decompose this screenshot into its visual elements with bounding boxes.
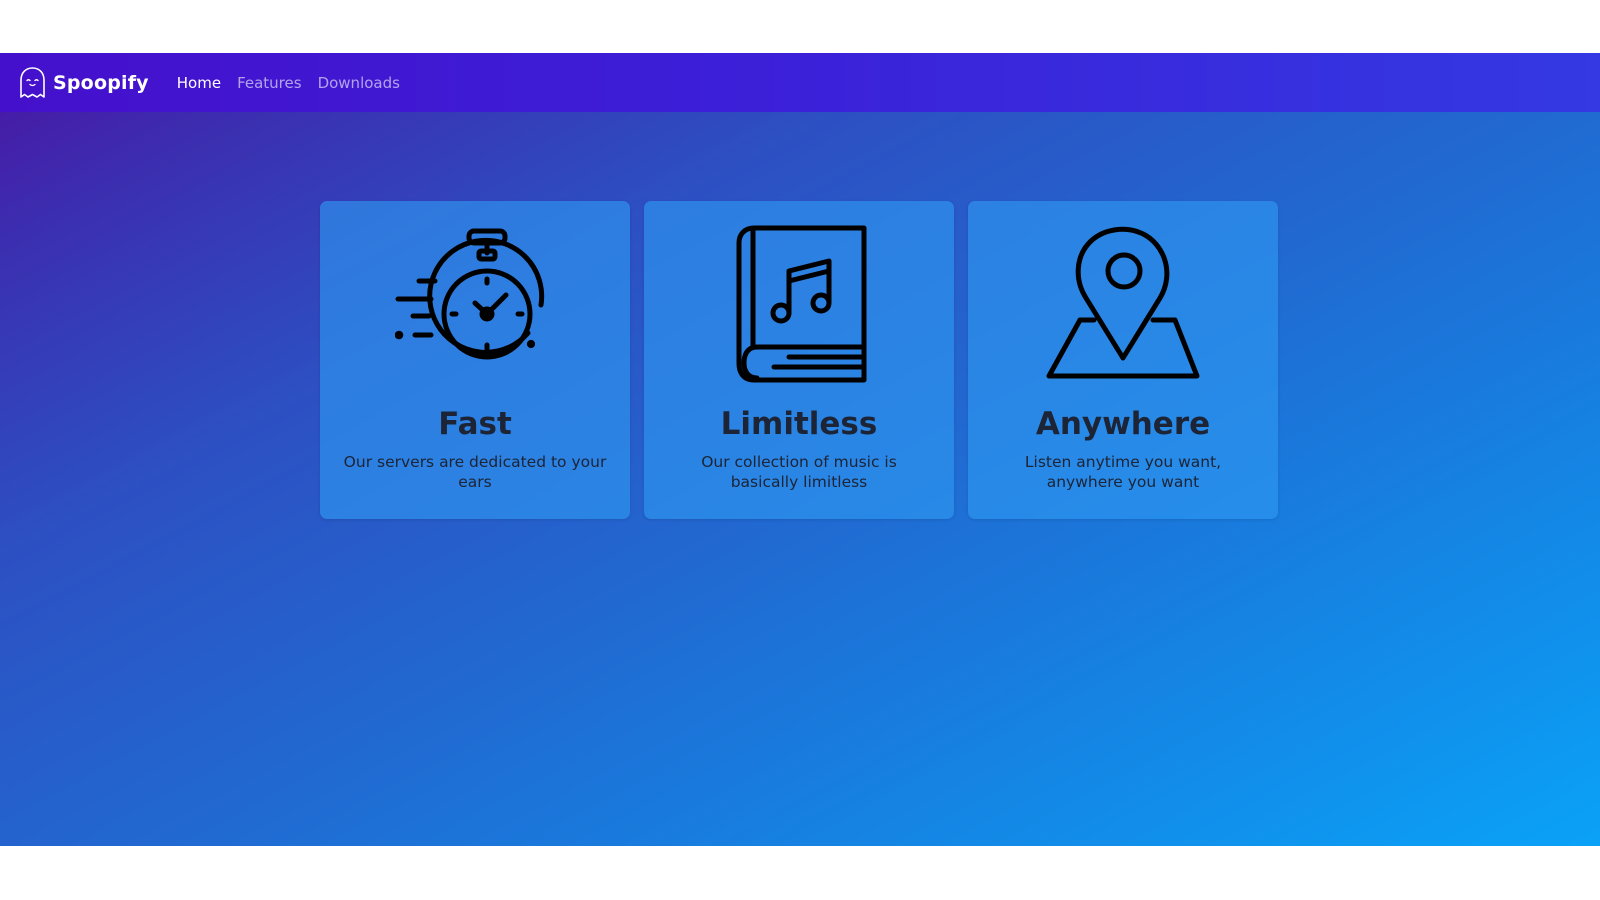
brand-name: Spoopify	[53, 71, 149, 94]
feature-cards: Fast Our servers are dedicated to your e…	[320, 201, 1278, 519]
music-book-icon	[736, 225, 867, 383]
feature-description: Listen anytime you want, anywhere you wa…	[1024, 453, 1222, 491]
feature-title: Limitless	[720, 406, 878, 442]
feature-card-fast: Fast Our servers are dedicated to your e…	[320, 201, 630, 519]
nav-link-features[interactable]: Features	[229, 74, 310, 92]
page-background: Spoopify Home Features Downloads Fast Ou…	[0, 53, 1600, 846]
navbar: Spoopify Home Features Downloads	[0, 53, 1600, 112]
feature-description: Our collection of music is basically lim…	[701, 453, 897, 491]
ghost-icon	[20, 66, 45, 98]
feature-description: Our servers are dedicated to your ears	[343, 453, 607, 491]
stopwatch-icon	[395, 228, 545, 360]
feature-card-limitless: Limitless Our collection of music is bas…	[644, 201, 954, 519]
feature-card-anywhere: Anywhere Listen anytime you want, anywhe…	[968, 201, 1278, 519]
feature-title: Anywhere	[1035, 406, 1211, 442]
nav-link-home[interactable]: Home	[169, 74, 229, 92]
feature-title: Fast	[438, 406, 512, 442]
nav-link-downloads[interactable]: Downloads	[310, 74, 408, 92]
brand-link[interactable]: Spoopify	[18, 66, 149, 100]
map-pin-icon	[1046, 226, 1200, 379]
nav-links: Home Features Downloads	[169, 74, 408, 92]
